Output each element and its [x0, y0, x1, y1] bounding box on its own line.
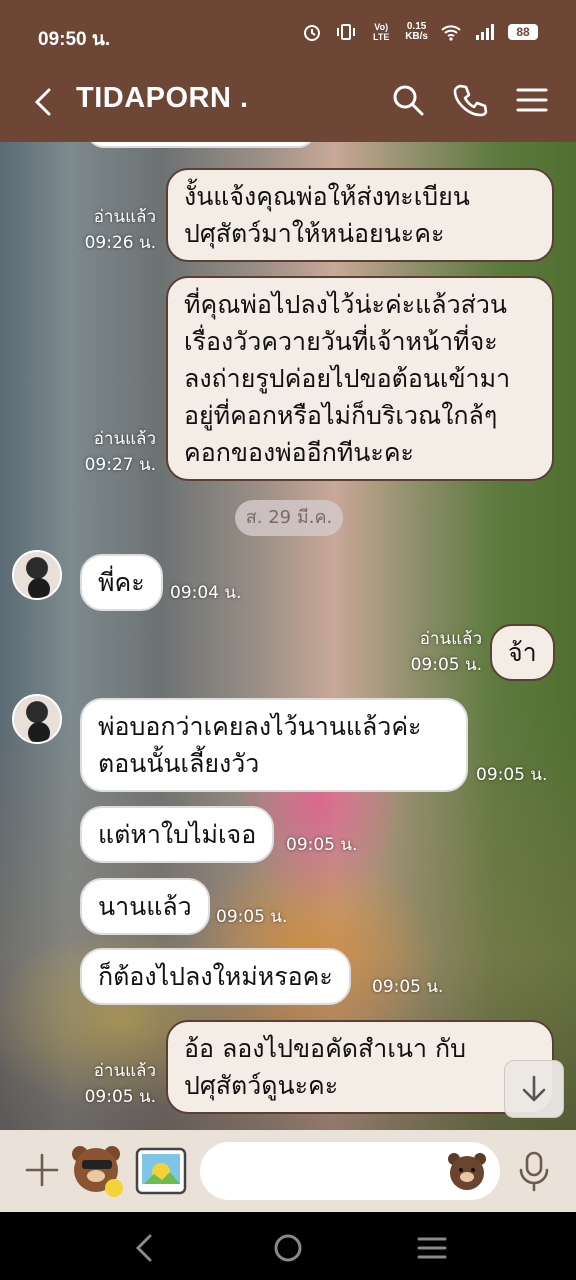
- signal-icon: [474, 22, 496, 42]
- avatar[interactable]: [12, 694, 62, 744]
- image-icon: [135, 1147, 187, 1195]
- search-icon: [393, 85, 424, 116]
- message-time: 09:05 น.: [410, 655, 482, 675]
- nav-home-button[interactable]: [270, 1230, 306, 1266]
- nav-back-button[interactable]: [126, 1230, 162, 1266]
- read-receipt: อ่านแล้ว: [93, 207, 156, 227]
- message-time: 09:05 น.: [476, 765, 548, 785]
- system-nav-bar: [0, 1212, 576, 1280]
- photo-button[interactable]: [134, 1146, 188, 1196]
- search-button[interactable]: [390, 82, 426, 118]
- recents-menu-icon: [417, 1237, 447, 1259]
- message-time: 09:05 น.: [84, 1087, 156, 1107]
- chat-area[interactable]: อ่านแล้ว 09:26 น. งั้นแจ้งคุณพ่อให้ส่งทะ…: [0, 142, 576, 1130]
- nav-recents-button[interactable]: [414, 1230, 450, 1266]
- scroll-to-bottom-button[interactable]: [504, 1060, 564, 1118]
- message-time: 09:05 น.: [286, 835, 358, 855]
- alarm-icon: [301, 22, 323, 42]
- menu-icon: [516, 88, 548, 112]
- chevron-left-icon: [34, 88, 51, 116]
- microphone-icon: [519, 1151, 549, 1192]
- message-bubble-partial: [86, 142, 316, 148]
- add-button[interactable]: [24, 1152, 60, 1188]
- message-bubble-in[interactable]: พี่คะ: [80, 554, 163, 611]
- voice-button[interactable]: [516, 1150, 552, 1192]
- battery-indicator: 88: [508, 24, 538, 40]
- sticker-button[interactable]: [68, 1142, 126, 1200]
- volte-label: Vo) LTE: [373, 22, 390, 42]
- message-time: 09:04 น.: [170, 583, 242, 603]
- message-time: 09:27 น.: [84, 455, 156, 475]
- chat-header: TIDAPORN .: [0, 66, 576, 142]
- read-receipt: อ่านแล้ว: [93, 429, 156, 449]
- message-bubble-out[interactable]: อ้อ ลองไปขอคัดสำเนา กับ ปศุสัตว์ดูนะคะ: [166, 1020, 554, 1114]
- read-receipt: อ่านแล้ว: [93, 1061, 156, 1081]
- message-bubble-out[interactable]: ที่คุณพ่อไปลงไว้น่ะค่ะแล้วส่วน เรื่องวัว…: [166, 276, 554, 481]
- phone-icon: [453, 84, 488, 117]
- message-bubble-in[interactable]: แต่หาใบไม่เจอ: [80, 806, 275, 863]
- message-input-bar: [0, 1130, 576, 1212]
- date-divider: ส. 29 มี.ค.: [235, 500, 343, 536]
- call-button[interactable]: [452, 82, 488, 118]
- message-time: 09:05 น.: [372, 977, 444, 997]
- plus-icon: [25, 1153, 59, 1187]
- message-bubble-in[interactable]: นานแล้ว: [80, 878, 210, 935]
- read-receipt: อ่านแล้ว: [419, 629, 482, 649]
- net-speed: 0.15 KB/s: [405, 22, 428, 42]
- arrow-down-icon: [522, 1075, 546, 1102]
- wifi-icon: [440, 22, 462, 42]
- message-bubble-in[interactable]: พ่อบอกว่าเคยลงไว้นานแล้วค่ะ ตอนนั้นเลี้ย…: [80, 698, 468, 792]
- message-time: 09:05 น.: [216, 907, 288, 927]
- message-time: 09:26 น.: [84, 233, 156, 253]
- message-bubble-out[interactable]: งั้นแจ้งคุณพ่อให้ส่งทะเบียน ปศุสัตว์มาให…: [166, 168, 554, 262]
- vibrate-icon: [335, 22, 357, 42]
- status-time: 09:50 น.: [38, 29, 111, 50]
- triangle-back-icon: [135, 1234, 152, 1262]
- contact-name: TIDAPORN .: [76, 82, 249, 114]
- bear-emoji-icon: [448, 1153, 486, 1190]
- emoji-button[interactable]: [446, 1150, 488, 1192]
- net-speed-unit: KB/s: [405, 31, 428, 42]
- brown-bear-sticker-icon: [72, 1146, 123, 1197]
- circle-home-icon: [274, 1234, 302, 1262]
- avatar[interactable]: [12, 550, 62, 600]
- status-icons: Vo) LTE 0.15 KB/s 88: [301, 22, 538, 42]
- message-bubble-in[interactable]: ก็ต้องไปลงใหม่หรอคะ: [80, 948, 351, 1005]
- menu-button[interactable]: [514, 82, 550, 118]
- message-bubble-out[interactable]: จ้า: [490, 624, 555, 681]
- back-button[interactable]: [26, 84, 62, 120]
- status-bar: 09:50 น. Vo) LTE 0.15 KB/s 88: [0, 0, 576, 66]
